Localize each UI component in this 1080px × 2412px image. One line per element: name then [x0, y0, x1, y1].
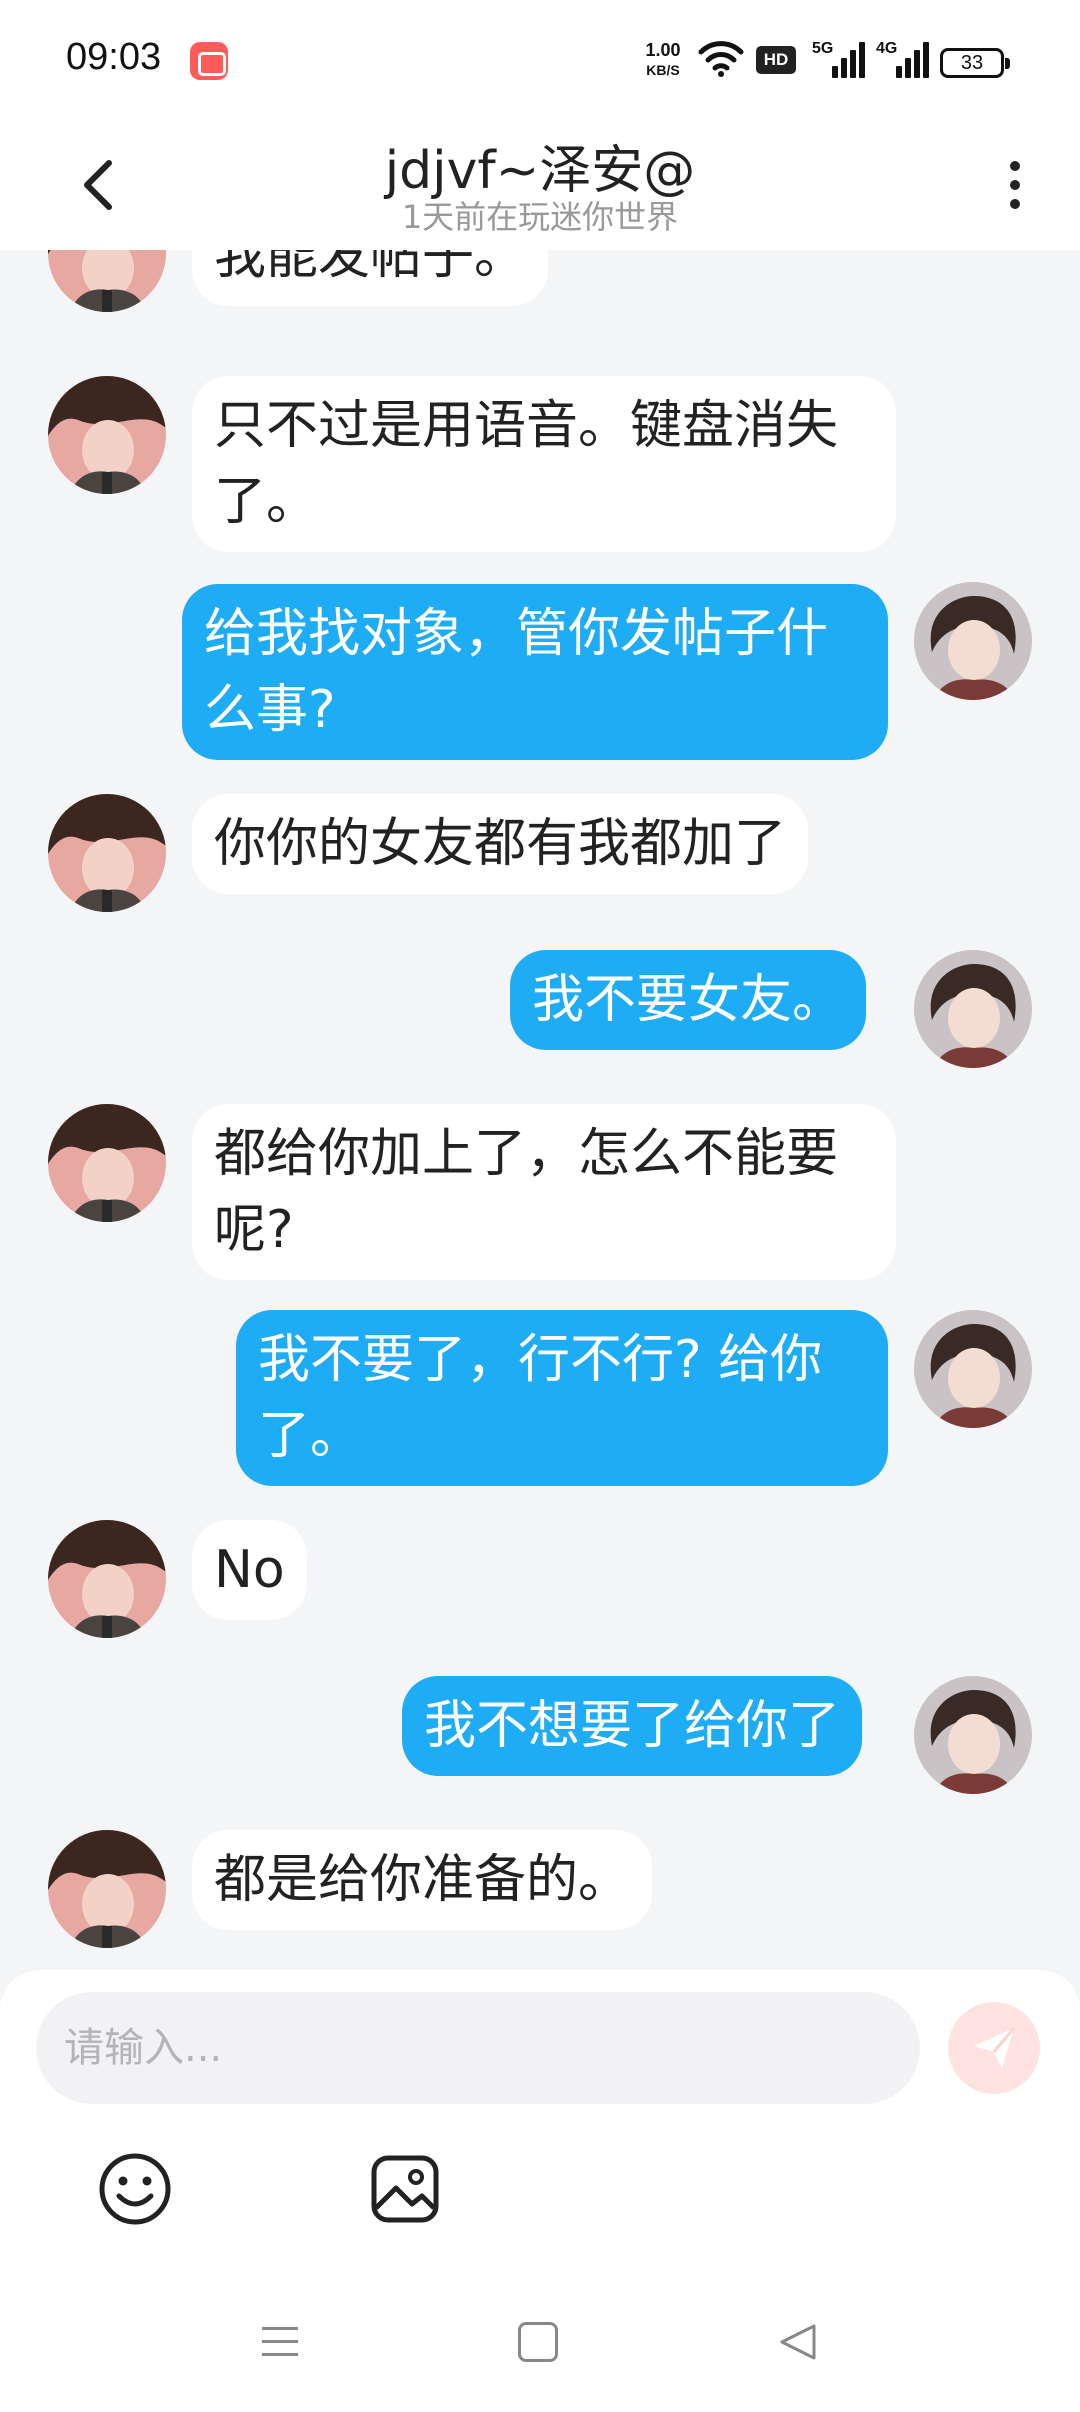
chat-header: jdjvf~泽安@ 1天前在玩迷你世界	[0, 120, 1080, 250]
message-bubble-incoming[interactable]: 我能发帖子。	[192, 250, 549, 306]
message-bubble-incoming[interactable]: 你你的女友都有我都加了	[192, 794, 809, 894]
message-input[interactable]	[36, 1992, 920, 2104]
signal-5g-icon: 5G	[812, 40, 866, 78]
battery-icon: 33	[940, 48, 1010, 78]
more-options-button[interactable]	[990, 150, 1040, 220]
my-avatar[interactable]	[914, 582, 1032, 700]
partner-avatar[interactable]	[48, 1520, 166, 1638]
wifi-icon	[698, 41, 744, 77]
nav-home-button[interactable]	[518, 2322, 558, 2362]
send-button[interactable]	[948, 2002, 1040, 2094]
message-bubble-incoming[interactable]: No	[192, 1520, 307, 1620]
message-bubble-incoming[interactable]: 都给你加上了，怎么不能要呢?	[192, 1104, 896, 1280]
nav-back-button[interactable]	[776, 2320, 820, 2364]
message-bubble-outgoing[interactable]: 我不想要了给你了	[402, 1676, 863, 1776]
app-notification-icon	[190, 42, 228, 80]
paper-plane-icon	[974, 2027, 1016, 2068]
status-bar: 09:03 1.00 KB/S HD 5G 4G 33	[0, 0, 1080, 120]
status-time: 09:03	[66, 36, 162, 78]
chat-partner-status: 1天前在玩迷你世界	[401, 198, 679, 236]
my-avatar[interactable]	[914, 950, 1032, 1068]
emoji-button[interactable]	[96, 2150, 174, 2228]
signal-4g-label: 4G	[876, 40, 898, 57]
network-speed-unit: KB/S	[646, 62, 680, 78]
message-bubble-outgoing[interactable]: 给我找对象，管你发帖子什么事?	[182, 584, 888, 760]
message-list[interactable]: 我能发帖子。 只不过是用语音。键盘消失了。 给我找对象，管你发帖子什么事? 你你…	[0, 250, 1080, 1970]
partner-avatar[interactable]	[48, 250, 166, 312]
network-speed-value: 1.00	[645, 40, 681, 60]
nav-recent-apps-button[interactable]	[258, 2320, 302, 2364]
partner-avatar[interactable]	[48, 1830, 166, 1948]
message-bubble-outgoing[interactable]: 我不要女友。	[510, 950, 867, 1050]
network-speed: 1.00 KB/S	[636, 40, 690, 80]
more-vertical-icon	[1010, 161, 1020, 171]
partner-avatar[interactable]	[48, 1104, 166, 1222]
my-avatar[interactable]	[914, 1310, 1032, 1428]
chevron-left-icon	[84, 160, 112, 210]
back-button[interactable]	[62, 150, 132, 220]
message-bubble-incoming[interactable]: 只不过是用语音。键盘消失了。	[192, 376, 896, 552]
message-bubble-outgoing[interactable]: 我不要了，行不行? 给你了。	[236, 1310, 888, 1486]
partner-avatar[interactable]	[48, 376, 166, 494]
partner-avatar[interactable]	[48, 794, 166, 912]
my-avatar[interactable]	[914, 1676, 1032, 1794]
hd-voice-badge: HD	[756, 46, 796, 74]
message-bubble-incoming[interactable]: 都是给你准备的。	[192, 1830, 653, 1930]
image-button[interactable]	[366, 2150, 444, 2228]
signal-5g-label: 5G	[812, 40, 834, 57]
signal-4g-icon: 4G	[876, 40, 930, 78]
